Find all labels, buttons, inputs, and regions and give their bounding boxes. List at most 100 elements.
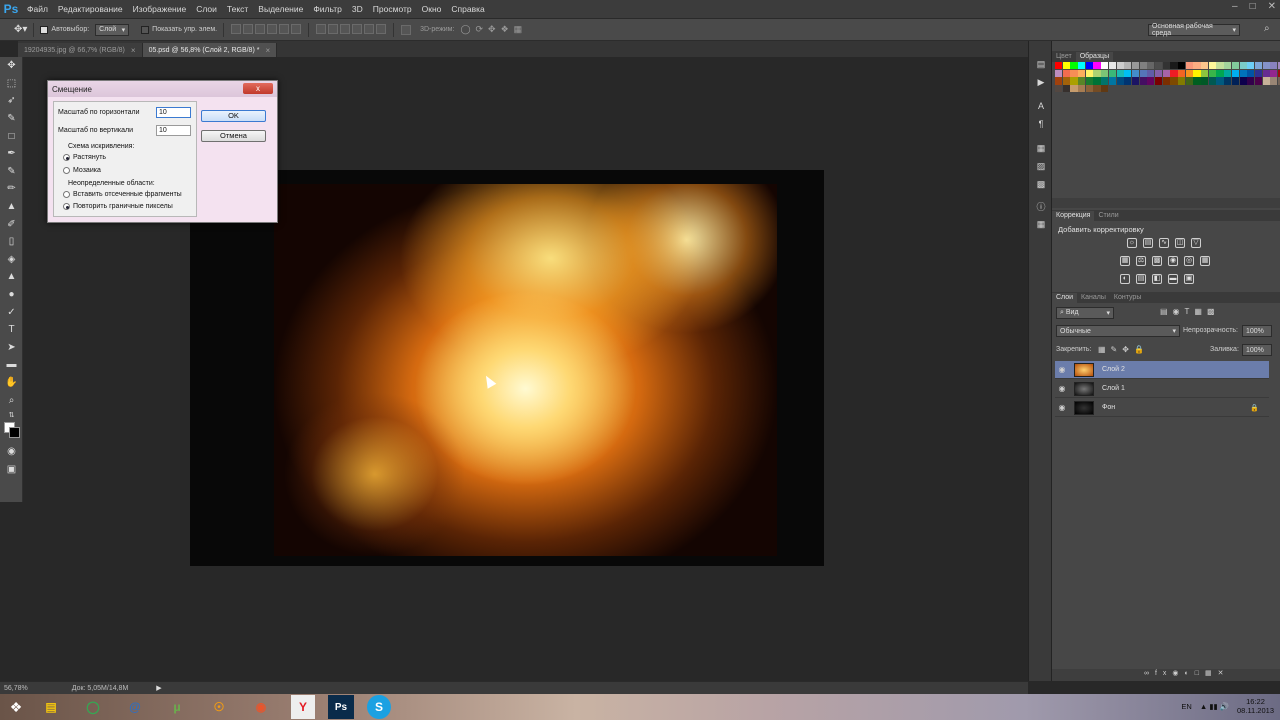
utorrent-icon[interactable]: μ [158,695,196,719]
swatch[interactable] [1139,62,1147,70]
lock-icons[interactable]: ▦✎✥🔒 [1098,345,1149,354]
align-hcenter-icon[interactable] [279,23,290,34]
info-icon[interactable]: ⓘ [1029,197,1053,215]
swatch[interactable] [1216,62,1224,70]
swatch[interactable] [1185,77,1193,85]
properties-icon[interactable]: ▦ [1029,215,1053,233]
photo-filter-icon[interactable]: ◉ [1168,256,1178,266]
swatch[interactable] [1170,77,1178,85]
swatches-grid[interactable] [1055,62,1280,93]
align-bottom-icon[interactable] [255,23,266,34]
swatch[interactable] [1085,77,1093,85]
vibrance-icon[interactable]: ▽ [1191,238,1201,248]
language-indicator[interactable]: EN [1181,702,1191,711]
swatch[interactable] [1070,77,1078,85]
swatch[interactable] [1154,62,1163,70]
3d-mode-icons[interactable]: ◯⟳✥❖▦ [460,24,527,35]
tab-styles[interactable]: Стили [1094,211,1122,221]
swatch[interactable] [1154,69,1163,77]
menu-layers[interactable]: Слои [191,4,222,14]
swatch[interactable] [1147,62,1155,70]
background-color[interactable] [9,426,20,438]
yandex-icon[interactable]: Y [291,695,315,719]
quick-mask-icon[interactable]: ◉ [0,443,23,461]
blur-tool-icon[interactable]: ▲ [0,268,23,286]
layer-row-background[interactable]: ◉ Фон 🔒 [1055,399,1269,417]
swatch[interactable] [1131,69,1140,77]
layer-row-layer1[interactable]: ◉ Слой 1 [1055,380,1269,398]
odnoklassniki-icon[interactable]: ☉ [200,695,238,719]
tray-icons[interactable]: ▲ ▮▮ 🔊 [1200,702,1229,711]
opacity-input[interactable]: 100% [1242,325,1272,337]
distribute-bottom-icon[interactable] [340,23,351,34]
swatch[interactable] [1108,77,1116,85]
swatch[interactable] [1093,62,1101,70]
swatch[interactable] [1055,62,1063,70]
mail-icon[interactable]: @ [116,695,154,719]
brush-tool-icon[interactable]: ✏ [0,180,23,198]
minimize-icon[interactable]: – [1232,1,1238,12]
menu-view[interactable]: Просмотр [368,4,417,14]
swatch[interactable] [1093,85,1101,93]
swatch[interactable] [1108,69,1116,77]
tab-swatches[interactable]: Образцы [1075,52,1114,62]
eye-icon[interactable]: ◉ [1055,384,1069,393]
swatch[interactable] [1078,77,1086,85]
h-scale-input[interactable]: 10 [156,107,191,118]
swatch[interactable] [1101,69,1109,77]
swatch[interactable] [1239,69,1247,77]
swatch[interactable] [1262,62,1270,70]
channel-mixer-icon[interactable]: ◎ [1184,256,1194,266]
swatch[interactable] [1131,62,1140,70]
swatch[interactable] [1101,77,1109,85]
tile-radio[interactable] [63,167,70,174]
distribute-vcenter-icon[interactable] [328,23,339,34]
zoom-level[interactable]: 56,78% [4,685,28,692]
swatch[interactable] [1055,85,1063,93]
type-tool-icon[interactable]: T [0,321,23,339]
tab-layers[interactable]: Слои [1052,293,1078,303]
show-controls-checkbox[interactable] [141,25,150,34]
eraser-tool-icon[interactable]: ▯ [0,233,23,251]
explorer-icon[interactable]: ▤ [32,695,70,719]
v-scale-input[interactable]: 10 [156,125,191,136]
tab-document-2[interactable]: 05.psd @ 56,8% (Слой 2, RGB/8) * × [142,43,278,57]
autoselect-checkbox[interactable] [40,25,49,34]
color-swatches[interactable] [0,421,23,443]
tool-presets-icon[interactable]: ▩ [1029,175,1053,193]
eye-icon[interactable]: ◉ [1055,365,1069,374]
swatch[interactable] [1262,69,1270,77]
actions-icon[interactable]: ▶ [1029,73,1053,91]
swatch[interactable] [1224,69,1232,77]
pen-tool-icon[interactable]: ✓ [0,303,23,321]
swatch[interactable] [1247,62,1255,70]
layer-filter-select[interactable]: ⌕ Вид ▾ [1056,307,1114,319]
exposure-icon[interactable]: ◫ [1175,238,1185,248]
swatch[interactable] [1178,69,1186,77]
menu-select[interactable]: Выделение [253,4,308,14]
swatch[interactable] [1147,69,1155,77]
swatch[interactable] [1070,62,1078,70]
zoom-tool-icon[interactable]: ⌕ [0,391,23,409]
chrome-icon[interactable]: ◯ [74,695,112,719]
marquee-tool-icon[interactable]: ⬚ [0,75,23,93]
lasso-tool-icon[interactable]: ➶ [0,92,23,110]
swatch[interactable] [1224,62,1232,70]
swatch[interactable] [1078,85,1086,93]
swatch[interactable] [1147,77,1155,85]
align-top-icon[interactable] [231,23,242,34]
swatch[interactable] [1193,69,1201,77]
swatch[interactable] [1085,62,1093,70]
menu-3d[interactable]: 3D [347,4,368,14]
swatch[interactable] [1216,77,1224,85]
invert-icon[interactable]: ◐ [1120,274,1130,284]
align-right-icon[interactable] [291,23,302,34]
swatch[interactable] [1116,62,1124,70]
posterize-icon[interactable]: ▤ [1136,274,1146,284]
layer-row-layer2[interactable]: ◉ Слой 2 [1055,361,1269,379]
move-tool-icon[interactable]: ✥ [0,57,23,75]
swatch[interactable] [1093,69,1101,77]
swap-colors-icon[interactable]: ⇅ [0,409,23,421]
swatch[interactable] [1254,77,1263,85]
swatch[interactable] [1078,69,1086,77]
